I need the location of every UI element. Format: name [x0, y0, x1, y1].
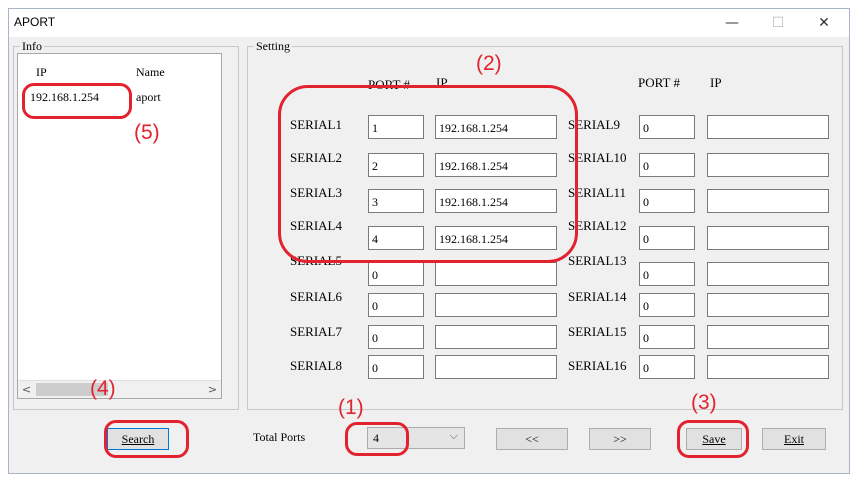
- port-number-input[interactable]: 0: [639, 153, 695, 177]
- annotation-ring-3: [677, 420, 749, 458]
- port-number-input[interactable]: 0: [639, 325, 695, 349]
- port-number-input[interactable]: 0: [368, 355, 424, 379]
- chevron-down-icon: ⌵: [449, 429, 458, 442]
- serial-label: SERIAL8: [290, 358, 342, 373]
- ip-column-header-right: IP: [710, 75, 722, 90]
- serial-label: SERIAL6: [290, 289, 342, 304]
- serial-label: SERIAL15: [568, 324, 627, 339]
- serial-label: SERIAL7: [290, 324, 342, 339]
- scroll-left-button[interactable]: <: [18, 382, 35, 397]
- annotation-label-4: (4): [90, 377, 116, 400]
- port-number-input[interactable]: 0: [368, 262, 424, 286]
- ip-address-input[interactable]: [435, 325, 557, 349]
- annotation-label-3: (3): [691, 391, 717, 414]
- info-group-label: Info: [20, 39, 44, 54]
- scroll-right-button[interactable]: >: [204, 382, 221, 397]
- annotation-label-1: (1): [338, 396, 364, 419]
- ip-address-input[interactable]: [435, 355, 557, 379]
- ip-address-input[interactable]: [435, 262, 557, 286]
- ip-address-input[interactable]: [707, 189, 829, 213]
- setting-group-label: Setting: [254, 39, 293, 54]
- minimize-button[interactable]: —: [709, 9, 755, 37]
- ip-column-header[interactable]: IP: [36, 65, 47, 80]
- annotation-label-5: (5): [134, 121, 160, 144]
- device-name: aport: [136, 90, 161, 104]
- port-number-input[interactable]: 0: [639, 226, 695, 250]
- port-number-input[interactable]: 0: [639, 189, 695, 213]
- horizontal-scrollbar[interactable]: < >: [18, 380, 221, 398]
- ip-address-input[interactable]: [435, 293, 557, 317]
- exit-button-label: Exit: [784, 432, 804, 446]
- port-number-input[interactable]: 0: [368, 293, 424, 317]
- ip-address-input[interactable]: [707, 153, 829, 177]
- maximize-button[interactable]: ☐: [755, 9, 801, 37]
- port-number-input[interactable]: 0: [639, 115, 695, 139]
- ip-address-input[interactable]: [707, 355, 829, 379]
- serial-label: SERIAL14: [568, 289, 627, 304]
- exit-button[interactable]: Exit: [762, 428, 826, 450]
- ip-address-input[interactable]: [707, 226, 829, 250]
- total-ports-label: Total Ports: [253, 430, 306, 444]
- port-number-input[interactable]: 0: [639, 262, 695, 286]
- annotation-ring-4: [104, 420, 189, 458]
- ip-address-input[interactable]: [707, 293, 829, 317]
- port-column-header-right: PORT #: [638, 75, 680, 90]
- close-button[interactable]: ✕: [801, 9, 847, 37]
- port-number-input[interactable]: 0: [639, 293, 695, 317]
- next-page-button[interactable]: >>: [589, 428, 651, 450]
- annotation-label-2: (2): [476, 52, 502, 75]
- ip-address-input[interactable]: [707, 115, 829, 139]
- annotation-ring-5: [22, 83, 132, 119]
- previous-page-button[interactable]: <<: [496, 428, 568, 450]
- port-number-input[interactable]: 0: [639, 355, 695, 379]
- port-number-input[interactable]: 0: [368, 325, 424, 349]
- title-bar: APORT — ☐ ✕: [9, 9, 849, 37]
- serial-label: SERIAL13: [568, 253, 627, 268]
- ip-address-input[interactable]: [707, 262, 829, 286]
- annotation-ring-1: [345, 422, 409, 456]
- serial-label: SERIAL16: [568, 358, 627, 373]
- ip-address-input[interactable]: [707, 325, 829, 349]
- annotation-ring-2: [278, 85, 578, 263]
- name-column-header[interactable]: Name: [136, 65, 165, 80]
- window-title: APORT: [14, 15, 56, 29]
